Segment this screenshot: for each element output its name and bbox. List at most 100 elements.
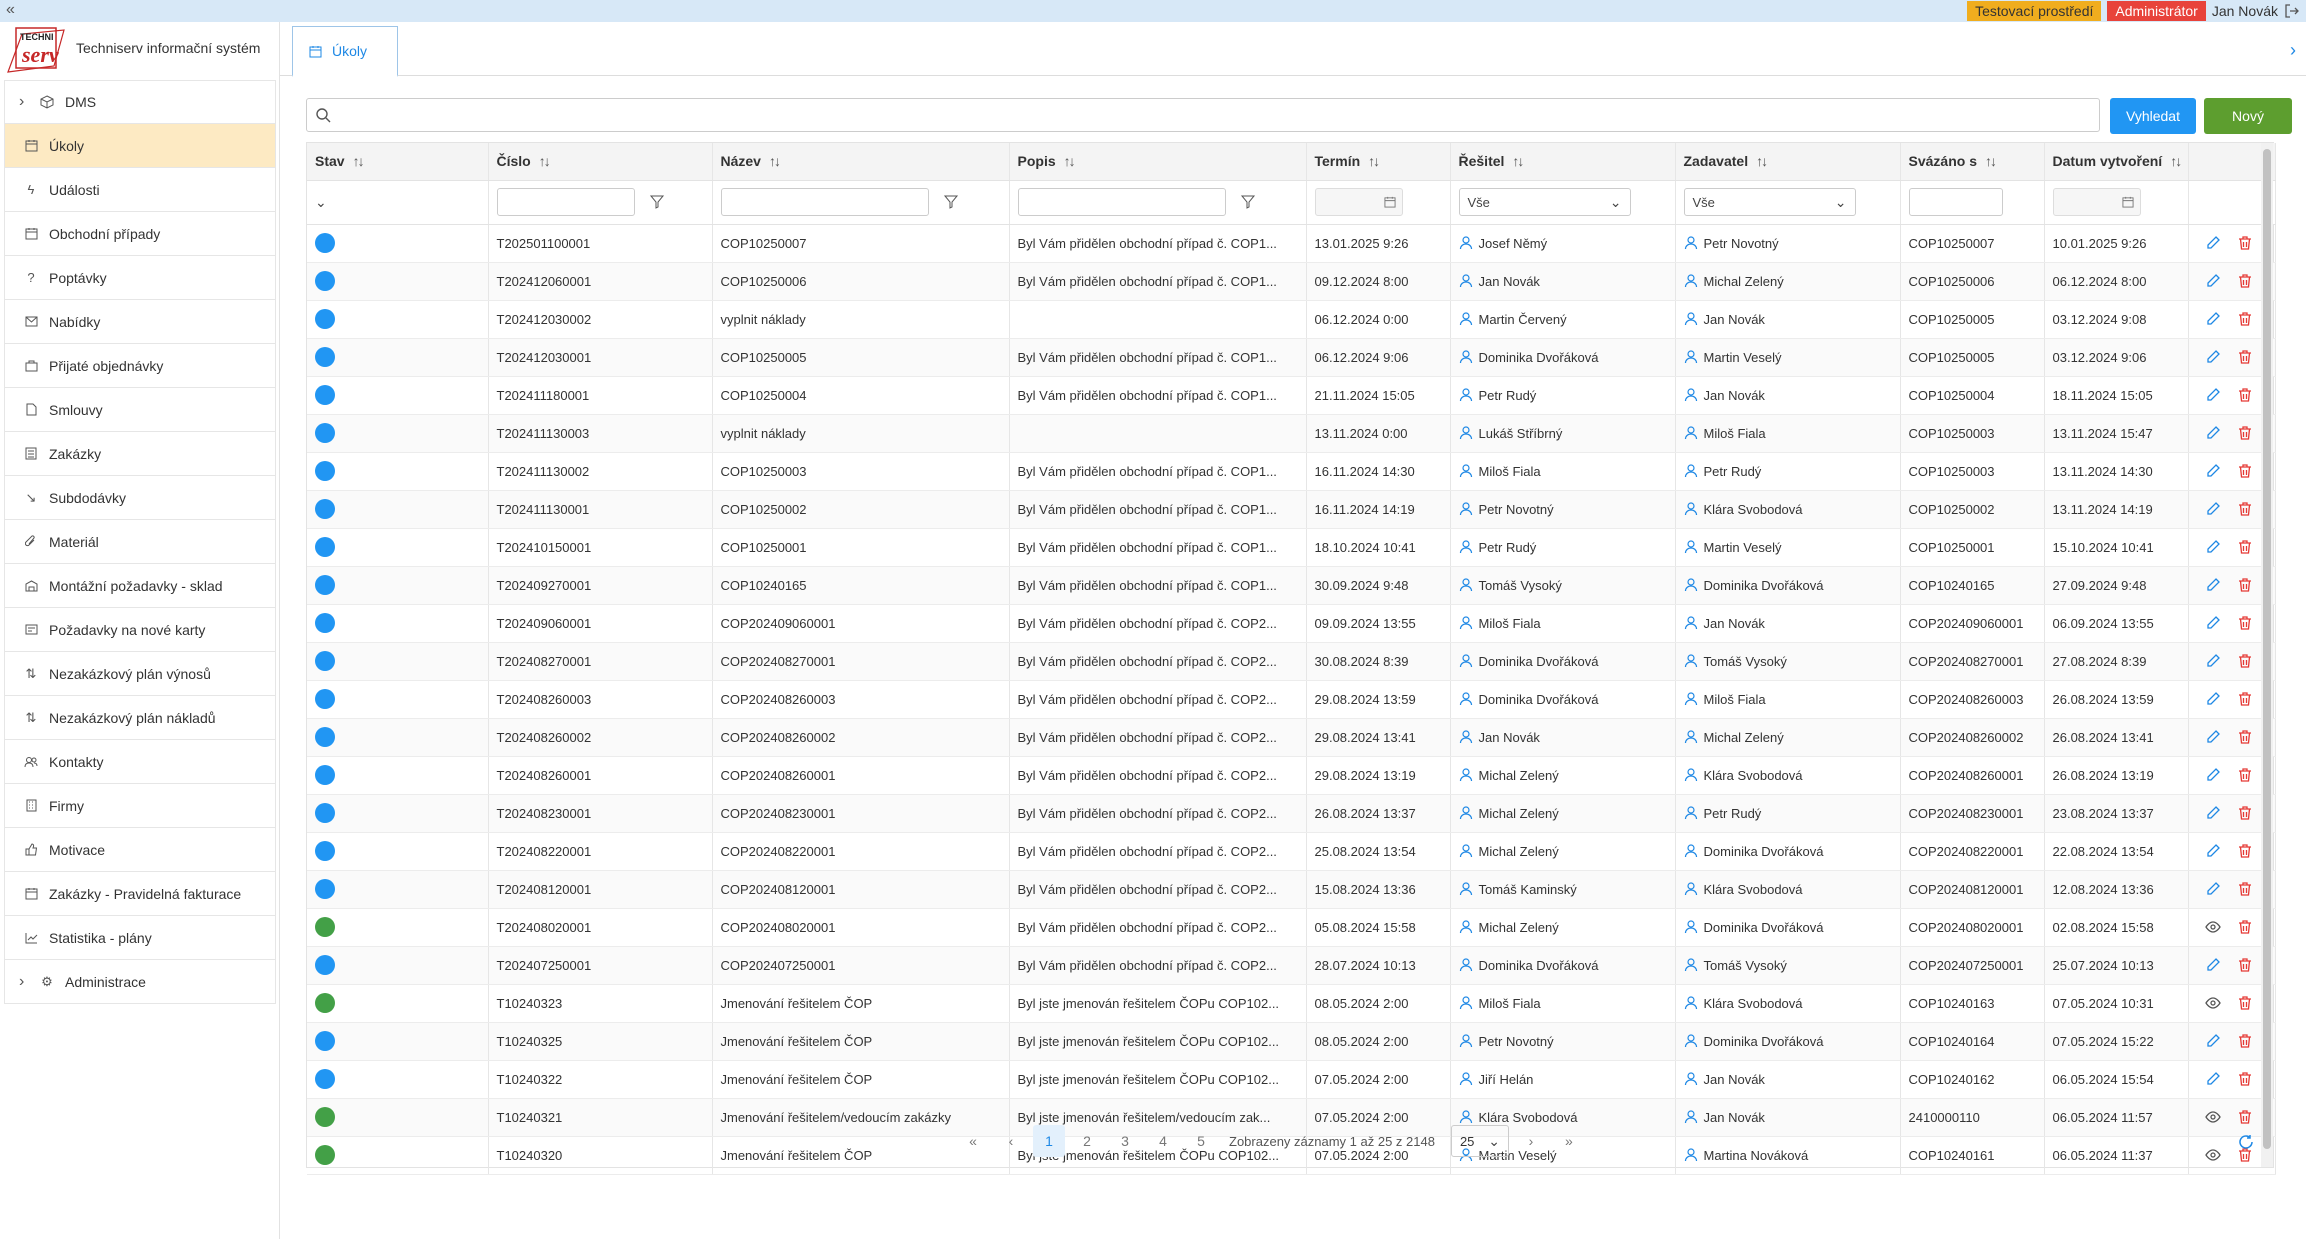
table-row[interactable]: T202501100001 COP10250007 Byl Vám přidělen… <box>307 224 2276 263</box>
column-header-resitel[interactable]: Řešitel ↑↓ <box>1450 143 1676 181</box>
search-button[interactable]: Vyhledat <box>2110 98 2196 134</box>
table-row[interactable]: T202412030002 vyplnit náklady 06.12.2024 0… <box>307 300 2276 339</box>
trash-icon[interactable] <box>2237 235 2253 251</box>
filter-icon[interactable] <box>649 194 665 210</box>
sidebar-item-pozadavky-karty[interactable]: Požadavky na nové karty <box>4 608 276 652</box>
edit-icon[interactable] <box>2205 881 2221 897</box>
column-header-zadavatel[interactable]: Zadavatel ↑↓ <box>1675 143 1901 181</box>
sidebar-item-smlouvy[interactable]: Smlouvy <box>4 388 276 432</box>
page-size-select[interactable]: 25 ⌄ <box>1450 1125 1509 1157</box>
new-button[interactable]: Nový <box>2204 98 2292 134</box>
trash-icon[interactable] <box>2237 577 2253 593</box>
edit-icon[interactable] <box>2205 653 2221 669</box>
company-logo[interactable]: TECHNI serv <box>4 26 70 74</box>
page-button-1[interactable]: 1 <box>1033 1125 1065 1157</box>
filter-zadavatel-select[interactable]: Vše ⌄ <box>1683 188 1856 216</box>
eye-icon[interactable] <box>2204 995 2221 1011</box>
column-header-cislo[interactable]: Číslo ↑↓ <box>488 143 713 181</box>
sidebar-item-statistika[interactable]: Statistika - plány <box>4 916 276 960</box>
sidebar-item-kontakty[interactable]: Kontakty <box>4 740 276 784</box>
trash-icon[interactable] <box>2237 881 2253 897</box>
trash-icon[interactable] <box>2237 1071 2253 1087</box>
sort-icon[interactable]: ↑↓ <box>1756 153 1768 169</box>
table-row[interactable]: T202408220001 COP202408220001 Byl Vám přid… <box>307 832 2276 871</box>
edit-icon[interactable] <box>2205 729 2221 745</box>
trash-icon[interactable] <box>2237 501 2253 517</box>
table-row[interactable]: T202410150001 COP10250001 Byl Vám přidělen… <box>307 528 2276 567</box>
table-row[interactable]: T202412030001 COP10250005 Byl Vám přidělen… <box>307 338 2276 377</box>
sidebar-item-plan-nakladu[interactable]: ⇅ Nezakázkový plán nákladů <box>4 696 276 740</box>
trash-icon[interactable] <box>2237 691 2253 707</box>
trash-icon[interactable] <box>2237 957 2253 973</box>
tab-ukoly[interactable]: Úkoly <box>292 26 398 77</box>
table-row[interactable]: T10240325 Jmenování řešitelem ČOP Byl jste… <box>307 1022 2276 1061</box>
trash-icon[interactable] <box>2237 767 2253 783</box>
sidebar-item-nabidky[interactable]: Nabídky <box>4 300 276 344</box>
edit-icon[interactable] <box>2205 1033 2221 1049</box>
table-row[interactable]: T202408020001 COP202408020001 Byl Vám přid… <box>307 908 2276 947</box>
sidebar-item-prijate-objednavky[interactable]: Přijaté objednávky <box>4 344 276 388</box>
edit-icon[interactable] <box>2205 805 2221 821</box>
edit-icon[interactable] <box>2205 843 2221 859</box>
column-header-nazev[interactable]: Název ↑↓ <box>712 143 1010 181</box>
column-header-termin[interactable]: Termín ↑↓ <box>1306 143 1451 181</box>
edit-icon[interactable] <box>2205 957 2221 973</box>
trash-icon[interactable] <box>2237 919 2253 935</box>
trash-icon[interactable] <box>2237 805 2253 821</box>
page-button-5[interactable]: 5 <box>1185 1125 1217 1157</box>
edit-icon[interactable] <box>2205 311 2221 327</box>
sort-icon[interactable]: ↑↓ <box>1064 153 1076 169</box>
trash-icon[interactable] <box>2237 349 2253 365</box>
edit-icon[interactable] <box>2205 577 2221 593</box>
chevron-down-icon[interactable]: ⌄ <box>315 194 327 210</box>
filter-termin-date[interactable] <box>1314 188 1403 216</box>
table-row[interactable]: T202408230001 COP202408230001 Byl Vám přid… <box>307 794 2276 833</box>
filter-cislo-input[interactable] <box>496 188 635 216</box>
sidebar-item-udalosti[interactable]: ϟ Události <box>4 168 276 212</box>
filter-icon[interactable] <box>943 194 959 210</box>
eye-icon[interactable] <box>2204 919 2221 935</box>
filter-datum-date[interactable] <box>2052 188 2141 216</box>
trash-icon[interactable] <box>2237 387 2253 403</box>
page-button-2[interactable]: 2 <box>1071 1125 1103 1157</box>
column-header-stav[interactable]: Stav ↑↓ <box>307 143 489 181</box>
table-row[interactable]: T202408260003 COP202408260003 Byl Vám přid… <box>307 680 2276 719</box>
edit-icon[interactable] <box>2205 615 2221 631</box>
logout-icon[interactable] <box>2284 3 2300 19</box>
filter-popis-input[interactable] <box>1017 188 1226 216</box>
column-header-popis[interactable]: Popis ↑↓ <box>1009 143 1307 181</box>
table-row[interactable]: T202408270001 COP202408270001 Byl Vám přid… <box>307 642 2276 681</box>
next-page-button[interactable]: › <box>1515 1125 1547 1157</box>
edit-icon[interactable] <box>2205 501 2221 517</box>
sort-icon[interactable]: ↑↓ <box>353 153 365 169</box>
scrollbar-thumb[interactable] <box>2263 149 2271 1149</box>
trash-icon[interactable] <box>2237 273 2253 289</box>
table-row[interactable]: T202408120001 COP202408120001 Byl Vám přid… <box>307 870 2276 909</box>
sidebar-item-plan-vynosu[interactable]: ⇅ Nezakázkový plán výnosů <box>4 652 276 696</box>
table-row[interactable]: T202408260001 COP202408260001 Byl Vám přid… <box>307 756 2276 795</box>
edit-icon[interactable] <box>2205 539 2221 555</box>
table-row[interactable]: T202407250001 COP202407250001 Byl Vám přid… <box>307 946 2276 985</box>
trash-icon[interactable] <box>2237 995 2253 1011</box>
table-row[interactable]: T202411130003 vyplnit náklady 13.11.2024 0… <box>307 414 2276 453</box>
edit-icon[interactable] <box>2205 387 2221 403</box>
sidebar-item-material[interactable]: Materiál <box>4 520 276 564</box>
table-row[interactable]: T202409270001 COP10240165 Byl Vám přidělen… <box>307 566 2276 605</box>
trash-icon[interactable] <box>2237 311 2253 327</box>
trash-icon[interactable] <box>2237 1033 2253 1049</box>
trash-icon[interactable] <box>2237 615 2253 631</box>
sidebar-item-zakazky[interactable]: Zakázky <box>4 432 276 476</box>
sidebar-item-firmy[interactable]: Firmy <box>4 784 276 828</box>
edit-icon[interactable] <box>2205 273 2221 289</box>
table-row[interactable]: T202408260002 COP202408260002 Byl Vám přid… <box>307 718 2276 757</box>
column-header-datum-vytvoreni[interactable]: Datum vytvoření ↑↓ <box>2044 143 2189 181</box>
table-row[interactable]: T202411180001 COP10250004 Byl Vám přidělen… <box>307 376 2276 415</box>
sort-icon[interactable]: ↑↓ <box>769 153 781 169</box>
edit-icon[interactable] <box>2205 463 2221 479</box>
user-name[interactable]: Jan Novák <box>2212 3 2278 19</box>
column-header-svazano[interactable]: Svázáno s ↑↓ <box>1900 143 2045 181</box>
table-row[interactable]: T202411130001 COP10250002 Byl Vám přidělen… <box>307 490 2276 529</box>
trash-icon[interactable] <box>2237 425 2253 441</box>
edit-icon[interactable] <box>2205 691 2221 707</box>
trash-icon[interactable] <box>2237 463 2253 479</box>
